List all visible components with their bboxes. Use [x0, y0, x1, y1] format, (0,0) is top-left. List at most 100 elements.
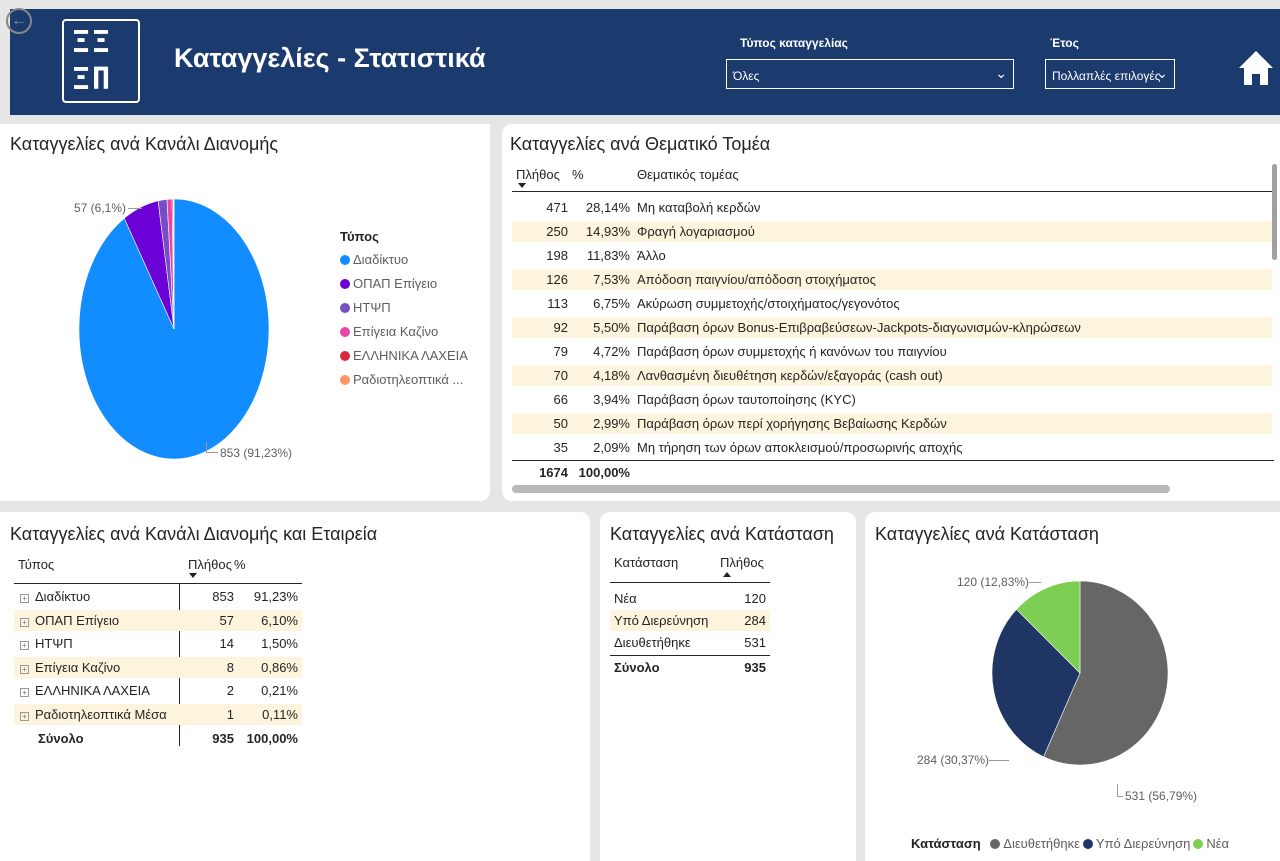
row-pct: 2,99% — [593, 416, 630, 431]
table-row[interactable]: 198 11,83% Άλλο — [512, 245, 1272, 266]
col-count-header[interactable]: Πλήθος — [720, 552, 764, 573]
pie-label-internet: 853 (91,23%) — [220, 446, 293, 460]
status-legend: Κατάσταση Διευθετήθηκε Υπό Διερεύνηση Νέα — [911, 836, 1229, 851]
table-row[interactable]: 92 5,50% Παράβαση όρων Bonus-Επιβραβεύσεων… — [512, 317, 1272, 338]
table-row[interactable]: 471 28,14% Μη καταβολή κερδών — [512, 197, 1272, 218]
row-pct: 4,18% — [593, 368, 630, 383]
table-row[interactable]: 50 2,99% Παράβαση όρων περί χορήγησης Βεβα… — [512, 413, 1272, 434]
row-type: Ραδιοτηλεοπτικά Μέσα — [35, 706, 167, 722]
status-legend-item[interactable]: Διευθετήθηκε — [990, 836, 1080, 851]
row-count: 120 — [744, 591, 766, 606]
table-row[interactable]: 113 6,75% Ακύρωση συμμετοχής/στοιχήματος/γ… — [512, 293, 1272, 314]
legend-label: Υπό Διερεύνηση — [1095, 836, 1191, 851]
status-pie-title: Καταγγελίες ανά Κατάσταση — [875, 524, 1099, 544]
row-pct: 3,94% — [593, 392, 630, 407]
table-row[interactable]: 66 3,94% Παράβαση όρων ταυτοποίησης (KYC) — [512, 389, 1272, 410]
expand-icon[interactable]: + — [20, 594, 29, 603]
legend-label: ΟΠΑΠ Επίγειο — [353, 276, 438, 291]
row-sector: Ακύρωση συμμετοχής/στοιχήματος/γεγονότος — [637, 296, 900, 311]
table-row[interactable]: + Ραδιοτηλεοπτικά Μέσα 1 0,11% — [14, 703, 302, 725]
table-row[interactable]: + ΗΤΨΠ 14 1,50% — [14, 633, 302, 654]
table-row[interactable]: 70 4,18% Λανθασμένη διευθέτηση κερδών/εξαγ… — [512, 365, 1272, 386]
channel-legend-item[interactable]: ΗΤΨΠ — [340, 300, 391, 315]
back-icon[interactable]: ← — [6, 8, 32, 34]
row-status: Υπό Διερεύνηση — [614, 613, 709, 628]
expand-icon[interactable]: + — [20, 641, 29, 650]
table-row[interactable]: 250 14,93% Φραγή λογαριασμού — [512, 221, 1272, 242]
row-status: Διευθετήθηκε — [614, 635, 691, 650]
sort-desc-icon — [518, 183, 526, 188]
col-type-header[interactable]: Τύπος — [18, 554, 54, 575]
table-row[interactable]: 79 4,72% Παράβαση όρων συμμετοχής ή κανόνω… — [512, 341, 1272, 362]
status-pie-panel: Καταγγελίες ανά Κατάσταση 120 (12,83%) 2… — [865, 512, 1280, 861]
legend-label: Ραδιοτηλεοπτικά ... — [353, 372, 464, 387]
expand-icon[interactable]: + — [20, 688, 29, 697]
total-divider — [610, 655, 770, 656]
channel-total-pct: 100,00% — [246, 731, 298, 746]
channel-legend-item[interactable]: ΕΛΛΗΝΙΚΑ ΛΑΧΕΙΑ — [340, 348, 468, 363]
channel-legend-item[interactable]: ΟΠΑΠ Επίγειο — [340, 276, 437, 291]
leader-line — [1029, 582, 1041, 583]
table-row[interactable]: 126 7,53% Απόδοση παιγνίου/απόδοση στοιχήμ… — [512, 269, 1272, 290]
legend-label: ΕΛΛΗΝΙΚΑ ΛΑΧΕΙΑ — [353, 348, 468, 363]
expand-icon[interactable]: + — [20, 664, 29, 674]
row-type-cell: + ΟΠΑΠ Επίγειο — [20, 610, 119, 631]
table-row[interactable]: + Διαδίκτυο 853 91,23% — [14, 586, 302, 607]
complaint-type-dropdown[interactable]: Όλες ⌄ — [726, 59, 1014, 89]
col-status-header[interactable]: Κατάσταση — [614, 552, 678, 573]
expand-icon[interactable]: + — [20, 617, 29, 627]
table-row[interactable]: + ΟΠΑΠ Επίγειο 57 6,10% — [14, 609, 302, 631]
table-row[interactable]: Νέα 120 — [610, 588, 770, 609]
header-divider — [14, 583, 302, 584]
row-type: Διαδίκτυο — [35, 589, 91, 604]
col-sector-header[interactable]: Θεματικός τομέας — [637, 164, 739, 185]
horizontal-scrollbar[interactable] — [512, 485, 1170, 493]
legend-dot-icon — [1193, 839, 1204, 849]
status-table-panel: Καταγγελίες ανά Κατάσταση Κατάσταση Πλήθ… — [600, 512, 856, 861]
row-type: ΕΛΛΗΝΙΚΑ ΛΑΧΕΙΑ — [35, 683, 150, 698]
channel-legend-item[interactable]: Ραδιοτηλεοπτικά ... — [340, 372, 463, 387]
header-bar: ΞΞ ΞΠ Καταγγελίες - Στατιστικά Τύπος κατ… — [10, 9, 1280, 115]
channel-legend-item[interactable]: Διαδίκτυο — [340, 252, 408, 267]
col-count-header[interactable]: Πλήθος — [516, 164, 560, 185]
row-pct: 2,09% — [593, 440, 630, 455]
leader-line — [1117, 796, 1123, 797]
col-pct-header[interactable]: % — [572, 164, 584, 185]
year-value: Πολλαπλές επιλογές — [1052, 69, 1161, 83]
channel-total-row: Σύνολο 935 100,00% — [14, 728, 304, 749]
table-row[interactable]: Διευθετήθηκε 531 — [610, 632, 770, 653]
table-row[interactable]: + Επίγεια Καζίνο 8 0,86% — [14, 656, 302, 678]
row-count: 79 — [553, 344, 568, 359]
channel-pie-chart[interactable] — [60, 194, 290, 464]
row-status: Νέα — [614, 591, 637, 606]
channel-table-title: Καταγγελίες ανά Κανάλι Διανομής και Εται… — [10, 524, 378, 544]
logo: ΞΞ ΞΠ — [62, 19, 140, 103]
channel-legend-item[interactable]: Επίγεια Καζίνο — [340, 324, 438, 339]
status-total-count: 935 — [744, 660, 766, 675]
year-dropdown[interactable]: Πολλαπλές επιλογές ⌄ — [1045, 59, 1175, 89]
channel-pie-title: Καταγγελίες ανά Κανάλι Διανομής — [10, 134, 279, 154]
row-sector: Παράβαση όρων συμμετοχής ή κανόνων του π… — [637, 344, 947, 359]
col-count-header[interactable]: Πλήθος — [188, 554, 232, 575]
table-row[interactable]: + ΕΛΛΗΝΙΚΑ ΛΑΧΕΙΑ 2 0,21% — [14, 680, 302, 701]
vertical-scrollbar[interactable] — [1272, 164, 1277, 260]
leader-line — [1117, 784, 1118, 796]
status-legend-item[interactable]: Υπό Διερεύνηση — [1082, 836, 1191, 851]
row-count: 471 — [546, 200, 568, 215]
row-pct: 1,50% — [261, 636, 298, 651]
row-pct: 11,83% — [586, 248, 630, 263]
header-divider — [610, 582, 770, 583]
sort-desc-icon — [189, 573, 197, 578]
row-pct: 0,21% — [261, 683, 298, 698]
expand-icon[interactable]: + — [20, 711, 29, 721]
chevron-down-icon: ⌄ — [995, 65, 1007, 81]
status-legend-item[interactable]: Νέα — [1193, 836, 1229, 851]
row-pct: 6,10% — [261, 612, 298, 628]
status-pie-chart[interactable] — [985, 578, 1175, 768]
home-icon[interactable] — [1238, 49, 1274, 87]
col-pct-header[interactable]: % — [234, 554, 246, 575]
table-row[interactable]: Υπό Διερεύνηση 284 — [610, 610, 770, 631]
row-count: 126 — [546, 272, 568, 287]
table-row[interactable]: 35 2,09% Μη τήρηση των όρων αποκλεισμού/πρ… — [512, 437, 1272, 458]
row-type: Επίγεια Καζίνο — [35, 659, 121, 675]
